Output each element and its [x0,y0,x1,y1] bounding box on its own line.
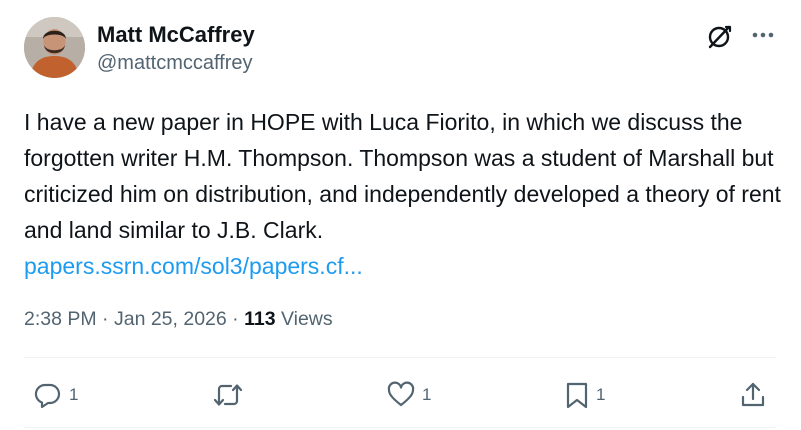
post-time[interactable]: 2:38 PM [24,308,97,330]
post-link[interactable]: papers.ssrn.com/sol3/papers.cf... [24,253,363,279]
like-button[interactable]: 1 [386,375,431,415]
share-icon [741,382,765,407]
post-text: I have a new paper in HOPE with Luca Fio… [24,109,781,243]
meta-separator: · [102,308,109,330]
heart-icon [387,381,415,407]
author-info: Matt McCaffrey @mattcmccaffrey [97,22,255,76]
repost-button[interactable] [212,375,250,415]
divider [24,427,776,428]
reply-count: 1 [69,385,79,404]
post-meta: 2:38 PM · Jan 25, 2026 · 113 Views [24,305,333,333]
more-icon[interactable] [748,22,778,48]
display-name[interactable]: Matt McCaffrey [97,22,255,48]
views-count[interactable]: 113 [244,308,275,330]
like-count: 1 [422,385,432,404]
handle[interactable]: @mattcmccaffrey [97,50,255,76]
bookmark-icon [566,382,588,409]
post-body: I have a new paper in HOPE with Luca Fio… [24,104,784,284]
post-date[interactable]: Jan 25, 2026 [114,308,227,330]
grok-icon[interactable] [706,22,734,50]
meta-separator: · [232,308,239,330]
action-bar: 1 1 1 [0,375,801,415]
bookmark-count: 1 [596,385,606,404]
tweet-card: Matt McCaffrey @mattcmccaffrey I have a … [0,0,801,430]
repost-icon [213,384,243,406]
share-button[interactable] [739,375,767,415]
divider [24,357,776,358]
reply-button[interactable]: 1 [33,375,78,415]
bookmark-button[interactable]: 1 [564,375,605,415]
avatar[interactable] [24,17,85,78]
reply-icon [34,383,61,409]
views-label[interactable]: Views [281,308,333,330]
